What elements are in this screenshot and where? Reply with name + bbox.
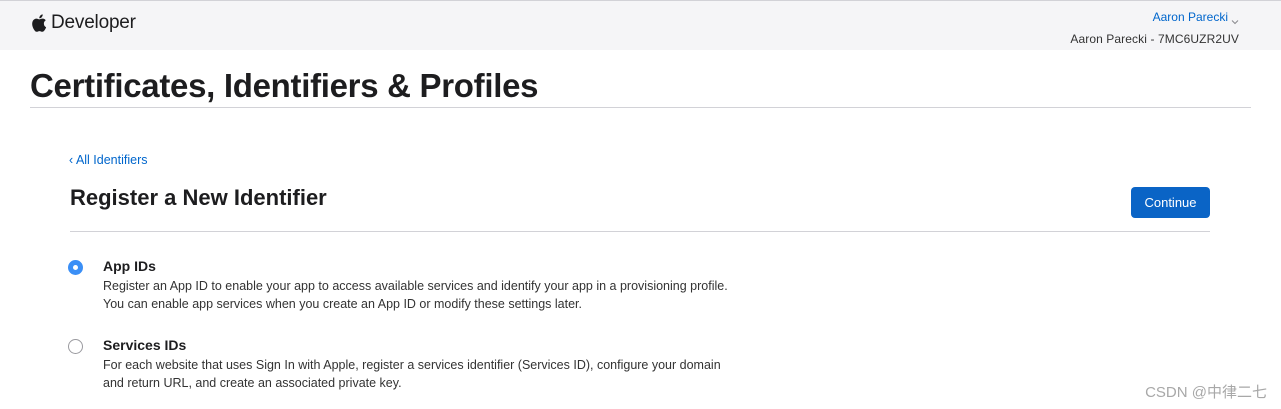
services-ids-description: For each website that uses Sign In with … <box>103 358 721 390</box>
app-ids-label: App IDs <box>103 258 156 274</box>
chevron-down-icon <box>1231 14 1239 25</box>
section-divider <box>70 231 1210 232</box>
global-header: Developer Aaron Parecki Aaron Parecki - … <box>0 0 1281 50</box>
continue-button[interactable]: Continue <box>1131 187 1210 218</box>
account-menu: Aaron Parecki Aaron Parecki - 7MC6UZR2UV <box>1070 8 1239 46</box>
brand-text: Developer <box>51 12 136 33</box>
account-name-label: Aaron Parecki <box>1152 10 1228 24</box>
title-divider <box>30 107 1251 108</box>
app-ids-radio[interactable] <box>68 260 83 275</box>
all-identifiers-back-link[interactable]: ‹ All Identifiers <box>69 153 148 167</box>
developer-brand-link[interactable]: Developer <box>30 12 136 34</box>
services-ids-radio[interactable] <box>68 339 83 354</box>
account-name-dropdown[interactable]: Aaron Parecki <box>1152 10 1239 25</box>
section-title: Register a New Identifier <box>70 185 327 210</box>
watermark: CSDN @中律二七 <box>1145 384 1267 401</box>
page-title: Certificates, Identifiers & Profiles <box>30 67 539 104</box>
app-ids-description: Register an App ID to enable your app to… <box>103 279 728 311</box>
apple-logo-icon <box>30 13 47 33</box>
services-ids-label: Services IDs <box>103 337 187 353</box>
account-team-id: Aaron Parecki - 7MC6UZR2UV <box>1070 32 1239 46</box>
